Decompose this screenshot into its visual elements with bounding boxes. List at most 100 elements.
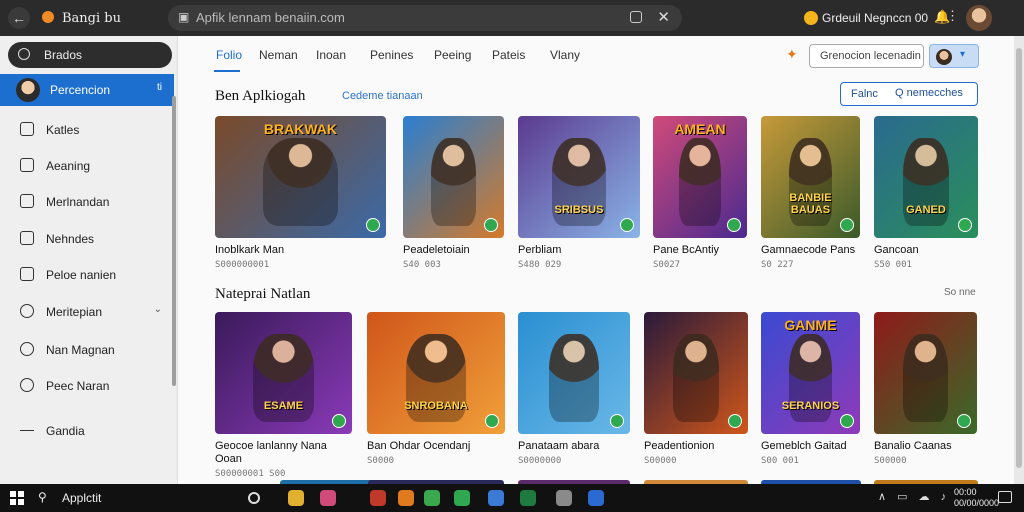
- taskbar-app-icon[interactable]: [556, 490, 572, 506]
- game-thumbnail[interactable]: [518, 312, 630, 434]
- game-thumbnail[interactable]: SRIBSUS: [518, 116, 640, 238]
- game-thumbnail[interactable]: BANBIE BAUAS: [761, 116, 860, 238]
- sidebar-scrollbar[interactable]: [172, 96, 176, 386]
- main-scrollbar[interactable]: [1014, 36, 1024, 484]
- taskbar-app-icon[interactable]: [454, 490, 470, 506]
- tab-folio[interactable]: Folio: [216, 48, 242, 62]
- taskbar-search[interactable]: Applctit: [62, 491, 101, 505]
- game-title: Peadeletoiain: [403, 244, 470, 256]
- more-menu-icon[interactable]: ⋮: [946, 8, 959, 24]
- see-more-link[interactable]: So nne: [944, 287, 976, 298]
- game-title: Ban Ohdar Ocendanj: [367, 440, 471, 452]
- sidebar-item-label: Aeaning: [46, 159, 91, 173]
- game-meta: S480 029: [518, 260, 562, 270]
- main-search-input[interactable]: Grenocion lecenadin: [809, 44, 924, 68]
- filter-button[interactable]: Falnc Q nemecches: [840, 82, 978, 106]
- game-meta: S00000: [644, 456, 677, 466]
- game-thumbnail[interactable]: SNROBANA: [367, 312, 505, 434]
- game-thumbnail[interactable]: [874, 312, 977, 434]
- taskbar-app-icon[interactable]: [424, 490, 440, 506]
- sidebar-item-nan-magnan[interactable]: Nan Magnan: [0, 336, 174, 364]
- game-thumbnail[interactable]: GANME SERANIOS: [761, 312, 860, 434]
- verified-badge-icon: [840, 218, 854, 232]
- chevron-down-icon[interactable]: ⌄: [154, 304, 162, 315]
- main-content: Folio Neman Inoan Penines Peeing Pateis …: [178, 36, 1014, 484]
- sidebar-item-label: Nehndes: [46, 232, 95, 246]
- taskbar-app-icon[interactable]: [370, 490, 386, 506]
- sidebar-item-label: Peloe nanien: [46, 268, 117, 282]
- sidebar-item-peec-naran[interactable]: Peec Naran: [0, 372, 174, 400]
- game-card[interactable]: GANED Gancoan S50 001: [874, 116, 978, 270]
- back-button[interactable]: ←: [8, 7, 30, 29]
- account-name[interactable]: Grdeuil Negnccn 00: [822, 11, 928, 25]
- game-card[interactable]: Banalio Caanas S00000: [874, 312, 977, 466]
- sidebar-item-label: Katles: [46, 123, 80, 137]
- taskbar-app-icon[interactable]: [398, 490, 414, 506]
- clock[interactable]: 00:00 00/00/0000: [954, 487, 999, 509]
- sidebar-item-peloe[interactable]: Peloe nanien: [0, 261, 174, 289]
- chevron-down-icon: ▾: [960, 49, 966, 60]
- game-thumbnail[interactable]: [644, 312, 748, 434]
- address-bar[interactable]: ▣ Apfik lennam benaiin.com ✕: [168, 5, 682, 31]
- game-card[interactable]: BANBIE BAUAS Gamnaecode Pans S0 227: [761, 116, 860, 270]
- windows-start-icon[interactable]: [10, 491, 24, 505]
- sidebar-item-merlnandan[interactable]: Merlnandan: [0, 188, 174, 216]
- system-tray[interactable]: ∧ ▭ ☁ ♪: [878, 490, 950, 503]
- close-icon[interactable]: ✕: [657, 8, 670, 26]
- game-card[interactable]: AMEAN Pane BcAntiy S0027: [653, 116, 747, 270]
- tab-square-icon[interactable]: [630, 11, 642, 23]
- game-art-title: BANBIE BAUAS: [789, 192, 832, 217]
- game-meta: S00000001 S00: [215, 469, 286, 479]
- game-card[interactable]: SNROBANA Ban Ohdar Ocendanj S0000: [367, 312, 505, 466]
- verified-badge-icon: [620, 218, 634, 232]
- sidebar-item-nehndes[interactable]: Nehndes: [0, 225, 174, 253]
- game-thumbnail[interactable]: [403, 116, 504, 238]
- game-card[interactable]: Peadeletoiain S40 003: [403, 116, 504, 270]
- profile-dropdown-button[interactable]: ▾: [929, 44, 979, 68]
- game-thumbnail[interactable]: ESAME: [215, 312, 352, 434]
- taskbar-app-icon[interactable]: [520, 490, 536, 506]
- game-logo-text: GANME: [784, 316, 837, 333]
- game-card[interactable]: BRAKWAK Inoblkark Man S000000001: [215, 116, 386, 270]
- sidebar-item-label: Gandia: [46, 424, 85, 438]
- tab-inoan[interactable]: Inoan: [316, 48, 346, 62]
- edit-icon: [20, 158, 34, 172]
- taskbar-app-icon[interactable]: [320, 490, 336, 506]
- notification-center-icon[interactable]: [998, 491, 1012, 503]
- game-thumbnail[interactable]: AMEAN: [653, 116, 747, 238]
- game-card[interactable]: Panataam abara S0000000: [518, 312, 630, 466]
- game-thumbnail[interactable]: BRAKWAK: [215, 116, 386, 238]
- tab-vlany[interactable]: Vlany: [550, 48, 580, 62]
- sidebar-item-active[interactable]: Percencion ti: [0, 74, 174, 106]
- game-card[interactable]: ESAME Geocoe lanlanny Nana Ooan S00000001 …: [215, 312, 352, 479]
- address-text: Apfik lennam benaiin.com: [196, 10, 345, 25]
- game-card[interactable]: GANME SERANIOS Gemeblch Gaitad S00 001: [761, 312, 860, 466]
- tab-pateis[interactable]: Pateis: [492, 48, 525, 62]
- sidebar-item-aeaning[interactable]: Aeaning: [0, 152, 174, 180]
- taskbar-app-icon[interactable]: [288, 490, 304, 506]
- sidebar-item-katles[interactable]: Katles: [0, 116, 174, 144]
- verified-badge-icon: [957, 414, 971, 428]
- tab-penines[interactable]: Penines: [370, 48, 413, 62]
- tab-neman[interactable]: Neman: [259, 48, 298, 62]
- extension-icon[interactable]: ✦: [786, 46, 798, 63]
- section-subtitle-link[interactable]: Cedeme tianaan: [342, 90, 423, 102]
- game-art-title: SERANIOS: [781, 400, 840, 413]
- taskbar-app-icon[interactable]: [488, 490, 504, 506]
- sidebar-item-gandia[interactable]: Gandia: [0, 417, 174, 445]
- taskbar-app-icon[interactable]: [248, 492, 260, 504]
- tab-peeing[interactable]: Peeing: [434, 48, 471, 62]
- scrollbar-thumb[interactable]: [1016, 48, 1022, 468]
- tab-bar: Folio Neman Inoan Penines Peeing Pateis …: [178, 36, 1014, 74]
- game-thumbnail[interactable]: GANED: [874, 116, 978, 238]
- sidebar-search[interactable]: Brados: [8, 42, 172, 68]
- search-icon[interactable]: ⚲: [38, 490, 47, 504]
- character-art: [431, 137, 476, 226]
- user-avatar[interactable]: [966, 5, 992, 31]
- sidebar-item-meritepian[interactable]: Meritepian ⌄: [0, 298, 174, 326]
- sidebar-item-label: Meritepian: [46, 305, 103, 319]
- taskbar-app-icon[interactable]: [588, 490, 604, 506]
- game-card[interactable]: SRIBSUS Perbliam S480 029: [518, 116, 640, 270]
- game-card[interactable]: Peadentionion S00000: [644, 312, 748, 466]
- game-title: Peadentionion: [644, 440, 715, 452]
